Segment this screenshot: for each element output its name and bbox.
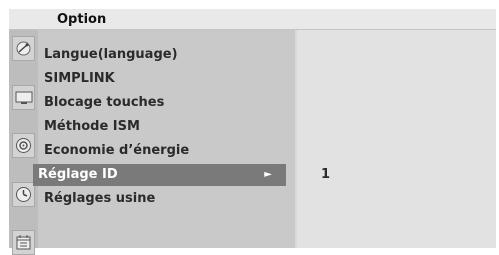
menu-item-langue[interactable]: Langue(language) <box>44 44 178 66</box>
menu-item-reglages-usine[interactable]: Réglages usine <box>44 188 155 210</box>
arrow-right-icon: ► <box>264 169 272 180</box>
menu-item-label: Réglage ID <box>38 167 118 182</box>
calendar-icon[interactable] <box>12 230 35 255</box>
speaker-icon[interactable] <box>12 133 35 158</box>
reglage-id-value: 1 <box>321 167 331 182</box>
menu-title: Option <box>57 12 107 27</box>
value-pane <box>297 30 496 248</box>
satellite-dish-icon[interactable] <box>12 36 35 61</box>
clock-icon[interactable] <box>12 182 35 207</box>
menu-item-simplink[interactable]: SIMPLINK <box>44 68 115 90</box>
tv-screen-icon[interactable] <box>12 85 35 110</box>
menu-header: Option <box>9 9 496 30</box>
icon-strip <box>9 30 38 255</box>
menu-item-reglage-id[interactable]: Réglage ID ► <box>33 164 286 186</box>
menu-item-economie-energie[interactable]: Economie d’énergie <box>44 140 189 162</box>
menu-item-blocage-touches[interactable]: Blocage touches <box>44 92 164 114</box>
menu-item-methode-ism[interactable]: Méthode ISM <box>44 116 140 138</box>
